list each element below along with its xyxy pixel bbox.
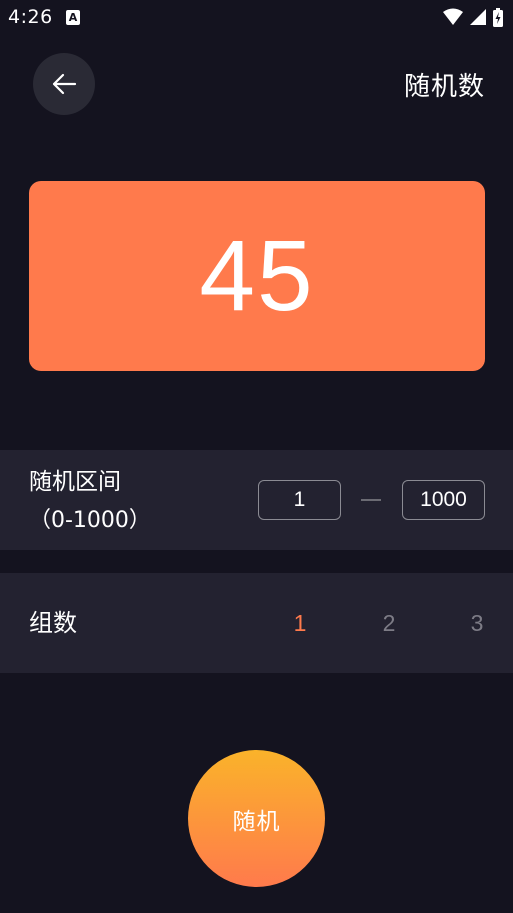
range-min-input[interactable] [258,480,341,520]
battery-icon [493,7,503,27]
range-hint: （0-1000） [29,508,151,533]
random-number-screen: 4:26 A 随机数 45 随机区间 （0-1000） 1 1000 组数 1 … [0,0,513,913]
notification-icon: A [66,10,80,25]
range-label: 随机区间 [29,469,121,495]
group-count-label: 组数 [29,609,77,637]
arrow-left-icon [52,73,77,95]
page-title: 随机数 [403,72,485,102]
status-time: 4:26 [8,6,53,28]
result-value: 45 [199,220,315,332]
group-option-2[interactable]: 2 [369,603,409,643]
back-button[interactable] [33,53,95,115]
range-max-input[interactable] [402,480,485,520]
result-card: 45 [29,181,485,371]
group-option-3[interactable]: 3 [457,603,497,643]
signal-icon [470,9,486,25]
group-option-1[interactable]: 1 [280,603,320,643]
status-icons [443,7,503,27]
wifi-icon [443,8,463,25]
random-button-label: 随机 [232,807,281,834]
random-button[interactable]: 随机 [188,750,325,887]
range-separator [361,499,381,501]
range-row: 随机区间 （0-1000） [0,450,513,550]
status-bar: 4:26 A [0,0,513,36]
group-count-row: 组数 1 2 3 [0,573,513,673]
